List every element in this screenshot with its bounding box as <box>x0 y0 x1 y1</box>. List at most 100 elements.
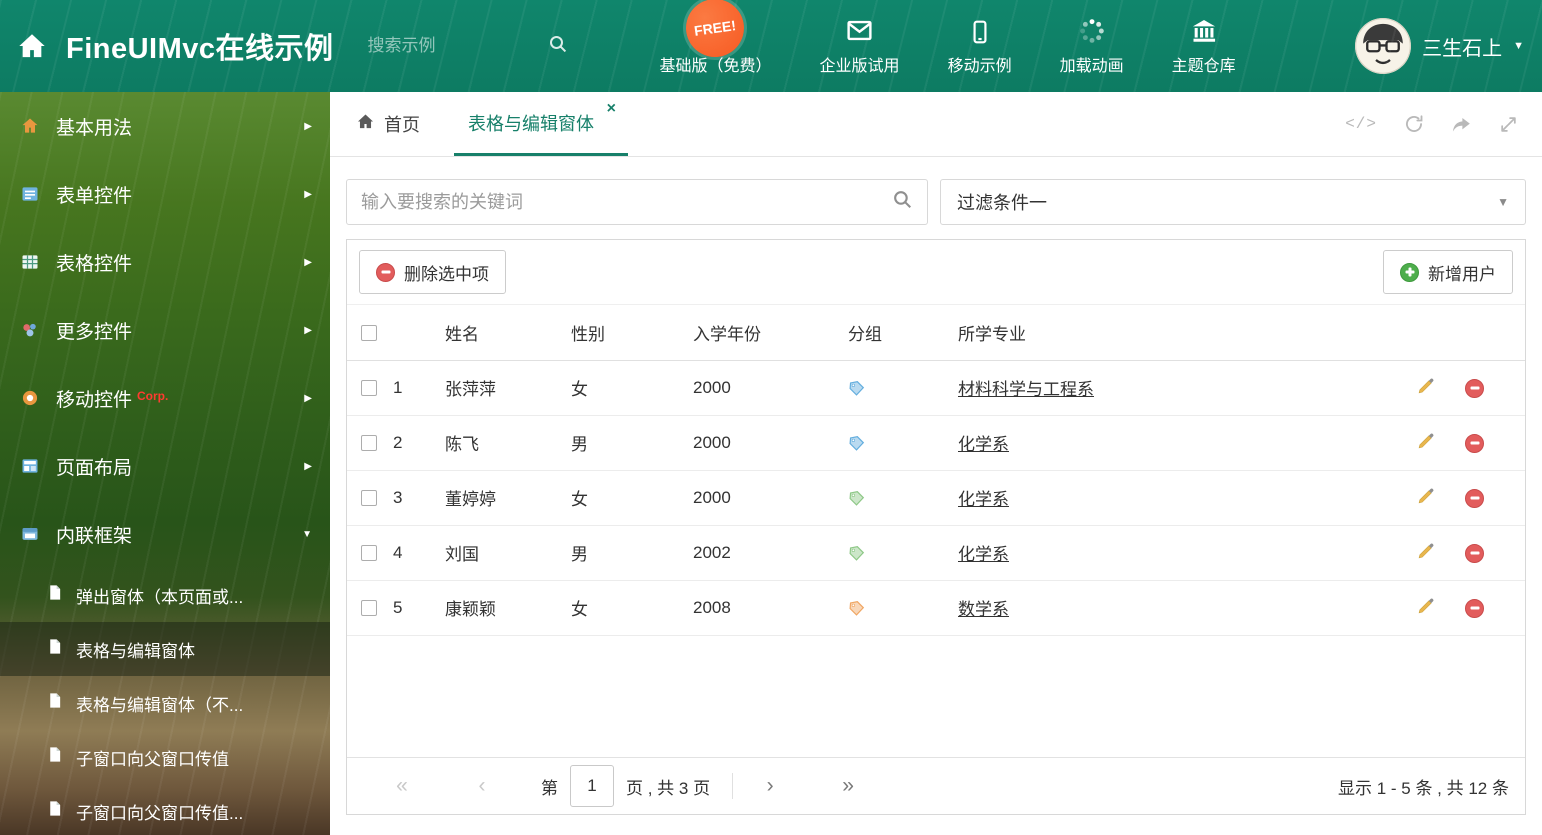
table-row[interactable]: 4 刘国 男 2002 化学系 <box>347 525 1525 581</box>
keyword-search-box <box>346 179 928 225</box>
chevron-right-icon: ▶ <box>304 392 312 404</box>
next-page-button[interactable]: › <box>755 774 785 798</box>
nav-mobile-demo[interactable]: 移动示例 <box>948 17 1012 76</box>
tab-grid-edit-window[interactable]: 表格与编辑窗体 × <box>454 92 628 156</box>
shapes-icon <box>18 320 42 340</box>
edit-icon[interactable] <box>1417 486 1436 505</box>
row-checkbox[interactable] <box>361 435 377 452</box>
cell-gender: 女 <box>571 580 693 636</box>
sidebar-item-label: 更多控件 <box>56 321 133 343</box>
last-page-button[interactable]: » <box>833 774 863 798</box>
row-checkbox[interactable] <box>361 490 377 507</box>
sidebar-item-mobile-controls[interactable]: 移动控件 Corp. ▶ <box>0 364 330 432</box>
spinner-icon <box>1078 17 1106 45</box>
filter-dropdown[interactable]: 过滤条件一 ▼ <box>940 179 1526 225</box>
nav-enterprise-trial[interactable]: 企业版试用 <box>820 17 900 76</box>
row-checkbox[interactable] <box>361 380 377 397</box>
sidebar-item-grid-controls[interactable]: 表格控件 ▶ <box>0 228 330 296</box>
cell-year: 2008 <box>693 580 848 636</box>
sidebar-item-basic-usage[interactable]: 基本用法 ▶ <box>0 92 330 160</box>
first-page-button[interactable]: « <box>387 774 417 798</box>
keyword-search-input[interactable] <box>361 191 892 213</box>
sidebar-subitem-child-to-parent-2[interactable]: 子窗口向父窗口传值... <box>0 784 330 835</box>
tag-icon <box>848 435 865 452</box>
file-icon <box>46 584 63 606</box>
sidebar-item-iframe[interactable]: 内联框架 ▼ <box>0 500 330 568</box>
search-icon[interactable] <box>548 34 568 59</box>
sidebar-subitem-popup-window[interactable]: 弹出窗体（本页面或... <box>0 568 330 622</box>
table-row[interactable]: 5 康颖颖 女 2008 数学系 <box>347 580 1525 636</box>
row-checkbox[interactable] <box>361 545 377 562</box>
user-menu[interactable]: 三生石上 ▼ <box>1355 18 1524 74</box>
nav-loading-animation[interactable]: 加载动画 <box>1060 17 1124 76</box>
expand-icon[interactable] <box>1499 115 1518 134</box>
filter-dropdown-value: 过滤条件一 <box>957 193 1047 213</box>
code-icon[interactable]: </> <box>1345 115 1377 133</box>
header-nav: 基础版（免费） 企业版试用 移动示例 加载动画 主题仓库 <box>660 17 1236 76</box>
header-search-input[interactable] <box>367 36 540 56</box>
edit-icon[interactable] <box>1417 431 1436 450</box>
tag-icon <box>848 545 865 562</box>
major-link[interactable]: 化学系 <box>958 545 1009 564</box>
edit-icon[interactable] <box>1417 596 1436 615</box>
add-user-button[interactable]: 新增用户 <box>1383 250 1513 294</box>
file-icon <box>46 800 63 822</box>
table-row[interactable]: 3 董婷婷 女 2000 化学系 <box>347 470 1525 526</box>
edit-icon[interactable] <box>1417 376 1436 395</box>
sidebar-subitem-label: 弹出窗体（本页面或... <box>76 587 244 607</box>
header-search <box>367 34 568 59</box>
major-link[interactable]: 化学系 <box>958 490 1009 509</box>
cell-name: 董婷婷 <box>445 470 571 526</box>
delete-icon[interactable] <box>1465 598 1484 618</box>
major-link[interactable]: 化学系 <box>958 435 1009 454</box>
sidebar-subitem-label: 表格与编辑窗体（不... <box>76 695 244 715</box>
nav-label: 主题仓库 <box>1171 57 1236 75</box>
tab-bar: 首页 表格与编辑窗体 × </> <box>330 92 1542 157</box>
major-link[interactable]: 材料科学与工程系 <box>958 380 1094 399</box>
form-icon <box>18 184 42 204</box>
table-icon <box>18 252 42 272</box>
button-label: 新增用户 <box>1428 264 1496 284</box>
page-number-input[interactable] <box>570 765 614 807</box>
major-link[interactable]: 数学系 <box>958 600 1009 619</box>
column-header-year: 入学年份 <box>693 305 848 361</box>
cell-name: 陈飞 <box>445 415 571 471</box>
divider <box>732 773 734 799</box>
sidebar-subitem-grid-edit-window[interactable]: 表格与编辑窗体 <box>0 622 330 676</box>
sidebar-item-label: 页面布局 <box>56 457 133 479</box>
cell-gender: 男 <box>571 415 693 471</box>
prev-page-button[interactable]: ‹ <box>467 774 497 798</box>
cell-gender: 女 <box>571 470 693 526</box>
sidebar-subitem-grid-edit-window-2[interactable]: 表格与编辑窗体（不... <box>0 676 330 730</box>
share-icon[interactable] <box>1451 114 1472 135</box>
row-checkbox[interactable] <box>361 600 377 617</box>
edit-icon[interactable] <box>1417 541 1436 560</box>
sidebar-item-more-controls[interactable]: 更多控件 ▶ <box>0 296 330 364</box>
row-number: 4 <box>393 525 445 581</box>
delete-icon[interactable] <box>1465 378 1484 398</box>
sidebar-subitem-child-to-parent[interactable]: 子窗口向父窗口传值 <box>0 730 330 784</box>
tab-home[interactable]: 首页 <box>344 92 432 156</box>
page-total-label: 页 , 共 3 页 <box>626 778 711 798</box>
refresh-icon[interactable] <box>1404 114 1424 134</box>
delete-icon[interactable] <box>1465 488 1484 508</box>
sidebar-item-form-controls[interactable]: 表单控件 ▶ <box>0 160 330 228</box>
table-row[interactable]: 1 张萍萍 女 2000 材料科学与工程系 <box>347 360 1525 416</box>
sidebar-item-page-layout[interactable]: 页面布局 ▶ <box>0 432 330 500</box>
delete-icon[interactable] <box>1465 543 1484 563</box>
table-row[interactable]: 2 陈飞 男 2000 化学系 <box>347 415 1525 471</box>
select-all-checkbox[interactable] <box>361 324 377 341</box>
tag-icon <box>848 600 865 617</box>
tag-icon <box>848 380 865 397</box>
close-icon[interactable]: × <box>607 101 616 117</box>
search-icon[interactable] <box>892 189 913 215</box>
row-number: 1 <box>393 360 445 416</box>
sidebar-subitem-label: 表格与编辑窗体 <box>76 641 195 661</box>
home-icon[interactable] <box>16 30 48 62</box>
grid-header-row: 姓名 性别 入学年份 分组 所学专业 <box>347 305 1525 361</box>
home-icon <box>18 116 42 136</box>
filter-row: 过滤条件一 ▼ <box>330 157 1542 239</box>
nav-theme-store[interactable]: 主题仓库 <box>1172 17 1236 76</box>
delete-icon[interactable] <box>1465 433 1484 453</box>
delete-selected-button[interactable]: 删除选中项 <box>359 250 506 294</box>
